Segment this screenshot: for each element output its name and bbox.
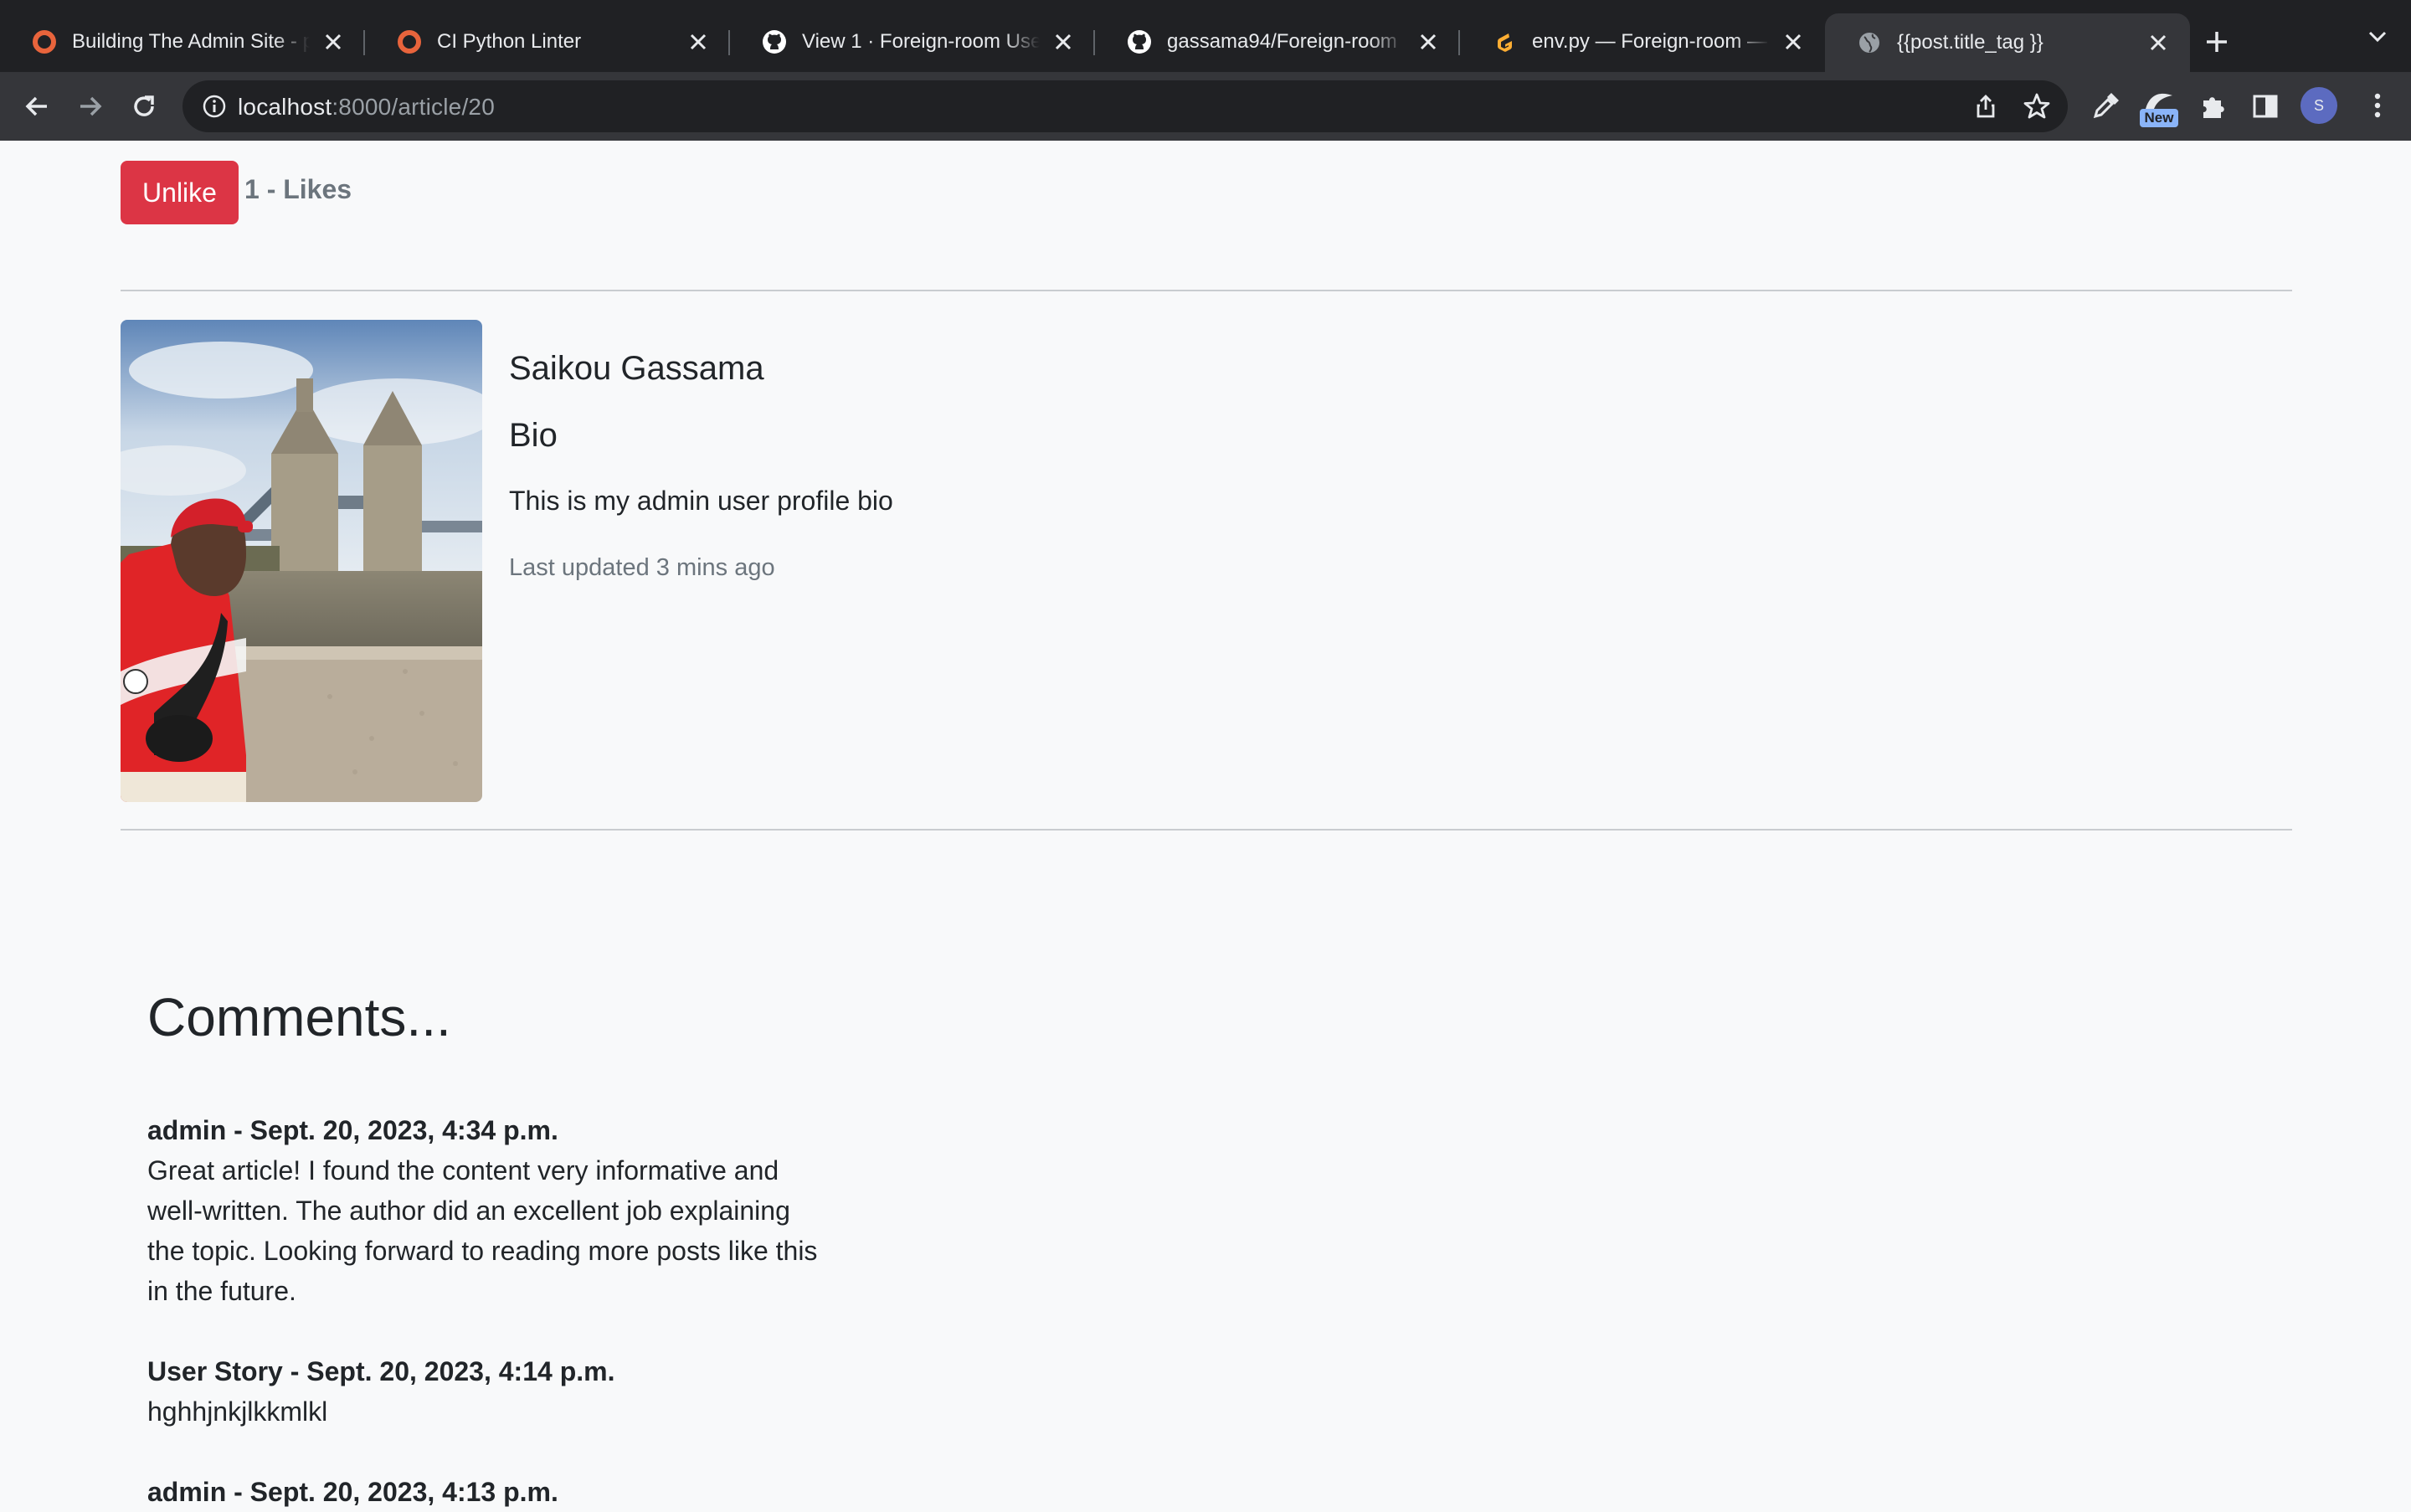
puzzle-icon xyxy=(2203,97,2224,118)
tab-title: CI Python Linter xyxy=(437,30,582,53)
reload-button[interactable] xyxy=(127,90,161,123)
github-icon xyxy=(1127,29,1152,54)
author-profile-photo xyxy=(121,320,482,802)
divider xyxy=(121,290,2292,291)
new-tab-button[interactable] xyxy=(2190,15,2244,69)
github-icon xyxy=(762,29,787,54)
more-vert-icon[interactable] xyxy=(2362,90,2393,121)
address-bar[interactable]: localhost:8000/article/20 xyxy=(182,80,2068,132)
comment-meta: User Story - Sept. 20, 2023, 4:14 p.m. xyxy=(147,1356,615,1386)
circle-o-icon xyxy=(397,29,422,54)
circle-o-icon xyxy=(32,29,57,54)
browser-tab[interactable]: Building The Admin Site - p xyxy=(0,13,365,70)
tab-title: {{post.title_tag }} xyxy=(1897,31,2043,54)
like-count: 1 - Likes xyxy=(244,174,352,204)
url-host: localhost xyxy=(238,94,332,120)
browser-toolbar: localhost:8000/article/20 xyxy=(0,72,2411,141)
reload-icon xyxy=(134,95,154,116)
back-button[interactable] xyxy=(20,90,54,123)
browser-tab[interactable]: CI Python Linter xyxy=(365,13,730,70)
eyedropper-icon xyxy=(2093,93,2119,119)
comment: admin - Sept. 20, 2023, 4:34 p.m. Great … xyxy=(147,1110,834,1311)
arrow-right-icon xyxy=(80,96,102,116)
share-icon[interactable] xyxy=(1972,93,1999,120)
new-badge: New xyxy=(2140,109,2178,127)
close-icon[interactable] xyxy=(1416,30,1440,54)
close-icon[interactable] xyxy=(1781,30,1805,54)
extensions-button[interactable] xyxy=(2195,89,2230,124)
close-icon[interactable] xyxy=(321,30,345,54)
forward-button[interactable] xyxy=(74,90,107,123)
browser-tab[interactable]: gassama94/Foreign-room xyxy=(1095,13,1460,70)
plus-icon xyxy=(2207,32,2227,52)
comment-meta: admin - Sept. 20, 2023, 4:13 p.m. xyxy=(147,1477,558,1507)
profile-avatar[interactable]: S xyxy=(2300,87,2337,124)
gitpod-icon xyxy=(1492,29,1517,54)
comment-meta: admin - Sept. 20, 2023, 4:34 p.m. xyxy=(147,1115,558,1145)
tab-title: env.py — Foreign-room — C xyxy=(1532,30,1770,53)
chevron-down-icon[interactable] xyxy=(2366,25,2389,49)
url-text[interactable]: localhost:8000/article/20 xyxy=(238,94,495,121)
bio-text: This is my admin user profile bio xyxy=(509,486,893,516)
divider xyxy=(121,829,2292,831)
globe-icon xyxy=(1857,30,1882,55)
page-content: Unlike 1 - Likes Saikou Gassama Bio This… xyxy=(0,141,2411,1507)
tab-title: Building The Admin Site - p xyxy=(72,30,310,53)
tab-title: View 1 · Foreign-room User xyxy=(802,30,1040,53)
close-icon[interactable] xyxy=(2146,31,2170,54)
bio-heading: Bio xyxy=(509,417,558,454)
comment: User Story - Sept. 20, 2023, 4:14 p.m. h… xyxy=(147,1351,834,1432)
comment: admin - Sept. 20, 2023, 4:13 p.m. xyxy=(147,1472,834,1512)
browser-tab[interactable]: env.py — Foreign-room — C xyxy=(1460,13,1825,70)
eyedropper-extension-button[interactable] xyxy=(2088,89,2123,124)
close-icon[interactable] xyxy=(686,30,710,54)
arrow-left-icon xyxy=(25,96,47,116)
unlike-button[interactable]: Unlike xyxy=(121,161,239,224)
browser-tab-active[interactable]: {{post.title_tag }} xyxy=(1825,13,2190,72)
close-icon[interactable] xyxy=(1051,30,1075,54)
side-panel-button[interactable] xyxy=(2248,89,2283,124)
side-panel-icon xyxy=(2253,95,2278,118)
comments-heading: Comments... xyxy=(147,987,451,1047)
last-updated-text: Last updated 3 mins ago xyxy=(509,554,775,581)
tab-title: gassama94/Foreign-room xyxy=(1167,30,1397,53)
author-name: Saikou Gassama xyxy=(509,350,764,387)
comment-body: hghhjnkjlkkmlkl xyxy=(147,1396,328,1427)
star-icon[interactable] xyxy=(2023,92,2051,121)
url-path: :8000/article/20 xyxy=(332,94,495,120)
info-icon[interactable] xyxy=(201,93,228,120)
browser-tab-strip: Building The Admin Site - p CI Python Li… xyxy=(0,0,2411,72)
comment-body: Great article! I found the content very … xyxy=(147,1155,818,1306)
browser-tab[interactable]: View 1 · Foreign-room User xyxy=(730,13,1095,70)
